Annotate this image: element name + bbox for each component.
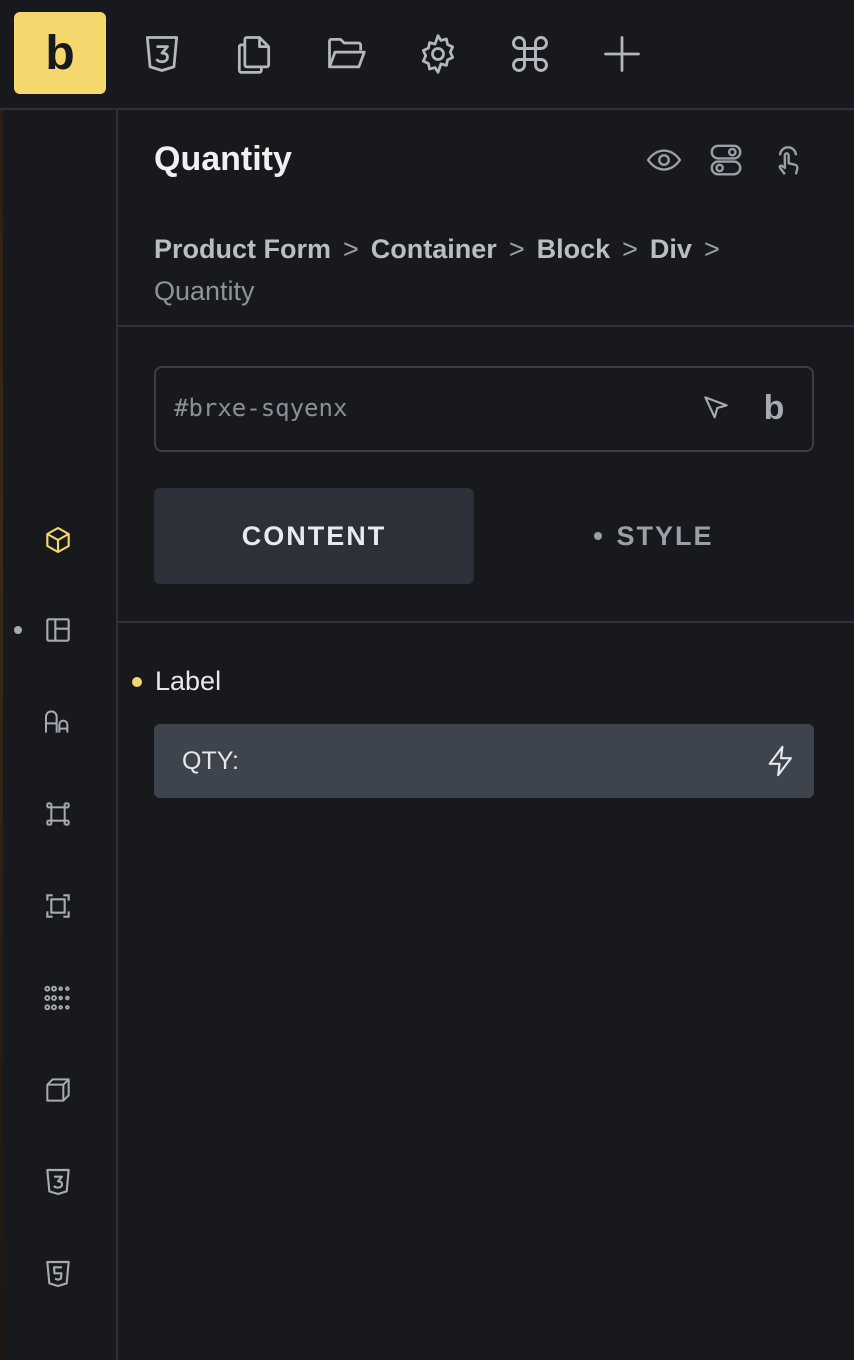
control-label-row: Label bbox=[132, 666, 221, 697]
brand-logo-letter: b bbox=[45, 26, 75, 80]
conditions-button[interactable] bbox=[706, 140, 746, 180]
pages-icon bbox=[237, 36, 271, 74]
css3-icon bbox=[46, 1168, 70, 1196]
top-toolbar: b bbox=[0, 0, 854, 110]
rail-item-border[interactable] bbox=[40, 888, 76, 924]
templates-folder-button[interactable] bbox=[316, 24, 376, 84]
command-palette-button[interactable] bbox=[500, 24, 560, 84]
eye-icon bbox=[646, 149, 682, 171]
typography-icon bbox=[45, 710, 69, 733]
plus-icon bbox=[604, 36, 640, 72]
label-text-input[interactable]: QTY: bbox=[154, 724, 814, 798]
visibility-toggle-button[interactable] bbox=[644, 140, 684, 180]
lightning-icon[interactable] bbox=[764, 744, 798, 778]
rail-item-transform[interactable] bbox=[40, 1072, 76, 1108]
breadcrumb-separator: > bbox=[622, 234, 638, 264]
add-element-button[interactable] bbox=[592, 24, 652, 84]
layout-icon bbox=[46, 618, 70, 642]
breadcrumb-separator: > bbox=[703, 234, 720, 264]
pointer-hand-icon bbox=[778, 146, 799, 175]
breadcrumb-item[interactable]: Product Form bbox=[154, 234, 331, 264]
border-icon bbox=[46, 894, 70, 918]
folder-open-icon bbox=[328, 37, 366, 69]
box-icon bbox=[46, 526, 70, 554]
cursor-arrow-icon bbox=[704, 396, 728, 419]
tab-style[interactable]: STYLE bbox=[494, 488, 814, 584]
global-class-button[interactable]: b bbox=[754, 388, 794, 428]
toggle-icon bbox=[710, 144, 742, 176]
tabs-divider bbox=[118, 621, 854, 623]
grid-dots-icon bbox=[44, 985, 70, 1011]
breadcrumb-item[interactable]: Block bbox=[537, 234, 611, 264]
rail-item-css[interactable] bbox=[40, 1164, 76, 1200]
breadcrumb-current: Quantity bbox=[154, 276, 255, 306]
interactions-button[interactable] bbox=[768, 140, 808, 180]
header-divider bbox=[118, 325, 854, 327]
control-label: Label bbox=[155, 666, 222, 696]
breadcrumb-item[interactable]: Div bbox=[650, 234, 692, 264]
element-settings-panel: Quantity Product Form > Container > Bloc… bbox=[118, 110, 854, 1360]
rail-item-layout[interactable] bbox=[40, 612, 76, 648]
label-input-value: QTY: bbox=[182, 747, 239, 775]
breadcrumb: Product Form > Container > Block > Div > Quantit… bbox=[154, 228, 794, 312]
element-id-field[interactable]: #brxe-sqyenx b bbox=[154, 366, 814, 452]
spacing-icon bbox=[46, 802, 70, 826]
css3-icon bbox=[145, 36, 179, 72]
tab-style-modified-dot bbox=[594, 532, 603, 540]
rail-item-html[interactable] bbox=[40, 1256, 76, 1292]
rail-item-spacing[interactable] bbox=[40, 796, 76, 832]
rail-item-content[interactable] bbox=[40, 522, 76, 558]
css-selector-button[interactable] bbox=[696, 388, 736, 428]
style-groups-rail bbox=[3, 110, 118, 1360]
command-icon bbox=[512, 36, 548, 72]
panel-title: Quantity bbox=[154, 140, 292, 178]
brand-logo-button[interactable]: b bbox=[14, 12, 106, 94]
panel-header-actions bbox=[644, 140, 808, 180]
pages-button[interactable] bbox=[224, 24, 284, 84]
builder-app: b Quantity Product Form > Container > Bl… bbox=[0, 0, 854, 1360]
rail-item-grid[interactable] bbox=[40, 980, 76, 1016]
breadcrumb-item[interactable]: Container bbox=[371, 234, 497, 264]
settings-button[interactable] bbox=[408, 24, 468, 84]
modified-indicator-dot bbox=[132, 676, 142, 687]
css3-button[interactable] bbox=[132, 24, 192, 84]
element-id-value: #brxe-sqyenx bbox=[174, 394, 348, 422]
breadcrumb-separator: > bbox=[343, 234, 359, 264]
rail-item-typography[interactable] bbox=[40, 704, 76, 740]
rail-modified-dot bbox=[14, 626, 22, 634]
tab-style-label: STYLE bbox=[616, 520, 714, 551]
transform-cube-icon bbox=[46, 1078, 70, 1102]
breadcrumb-separator: > bbox=[508, 234, 525, 264]
gear-icon bbox=[421, 34, 455, 74]
tab-content[interactable]: CONTENT bbox=[154, 488, 474, 584]
brand-b-icon: b bbox=[763, 388, 785, 427]
tab-content-label: CONTENT bbox=[241, 520, 387, 551]
html5-icon bbox=[46, 1260, 70, 1288]
